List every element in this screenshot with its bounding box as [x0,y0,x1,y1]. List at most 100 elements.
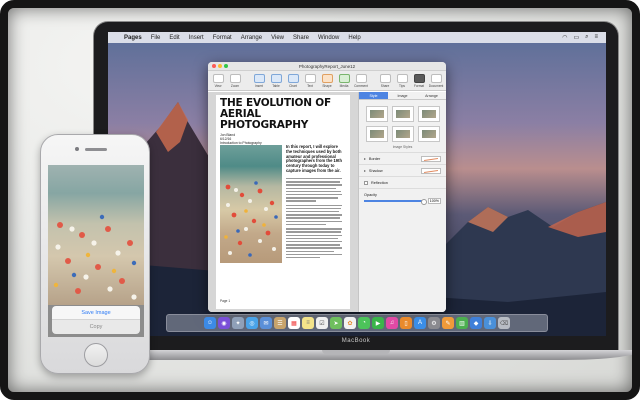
reflection-row[interactable]: Reflection [359,176,446,188]
home-button[interactable] [84,343,108,367]
facetime-icon[interactable]: ▶ [372,317,384,329]
keynote-icon[interactable]: ◆ [470,317,482,329]
toolbar-text-button[interactable]: Text [303,74,317,88]
document-page[interactable]: THE EVOLUTION OF AERIAL PHOTOGRAPHY Jon … [216,95,350,309]
launchpad-icon[interactable]: ✦ [232,317,244,329]
image-style-option[interactable] [366,106,388,122]
list-icon[interactable]: ≡ [594,34,598,41]
tab-image[interactable]: Image [388,92,417,99]
aerial-beach-photo[interactable] [220,145,282,263]
toolbar-insert-button[interactable]: Insert [252,74,266,88]
app-store-icon[interactable]: A [414,317,426,329]
menu-view[interactable]: View [271,35,284,41]
notes-icon[interactable]: ≡ [302,317,314,329]
system-preferences-icon[interactable]: ⚙ [428,317,440,329]
contacts-icon[interactable]: ☰ [274,317,286,329]
shadow-row[interactable]: ▸ Shadow [359,164,446,176]
toolbar-comment-button[interactable]: Comment [354,74,368,88]
menu-app-name[interactable]: Pages [124,35,142,41]
menu-help[interactable]: Help [348,35,360,41]
image-style-option[interactable] [392,126,414,142]
inspector-tabs: Style Image Arrange [359,92,446,100]
shadow-style-well[interactable] [421,167,441,174]
pages-window: PhotographyReport_June12 View Zoom Inser… [208,62,446,312]
downloads-icon[interactable]: ⇩ [484,317,496,329]
trash-icon[interactable]: ⌫ [498,317,510,329]
document-canvas[interactable]: THE EVOLUTION OF AERIAL PHOTOGRAPHY Jon … [208,92,358,312]
toolbar-chart-button[interactable]: Chart [286,74,300,88]
itunes-icon[interactable]: ♫ [386,317,398,329]
toolbar-tips-button[interactable]: Tips [395,74,409,88]
search-icon[interactable]: ⌕ [585,34,588,41]
comment-icon [355,74,367,83]
earpiece-speaker [85,148,107,151]
photos-icon[interactable]: ✿ [344,317,356,329]
toolbar-document-button[interactable]: Document [429,74,443,88]
menu-insert[interactable]: Insert [189,35,204,41]
toolbar-media-button[interactable]: Media [337,74,351,88]
numbers-icon[interactable]: ▥ [456,317,468,329]
menu-edit[interactable]: Edit [169,35,179,41]
mail-icon[interactable]: ✉ [260,317,272,329]
image-style-option[interactable] [392,106,414,122]
toolbar: View Zoom Insert Table Chart Text Shape … [208,71,446,91]
window-title: PhotographyReport_June12 [298,63,356,69]
menu-format[interactable]: Format [213,35,232,41]
toolbar-shape-button[interactable]: Shape [320,74,334,88]
macbook-logo-text: MacBook [341,338,371,344]
iphone-screen: Save Image Copy [48,165,144,337]
siri-icon[interactable]: ◉ [218,317,230,329]
ibooks-icon[interactable]: ▯ [400,317,412,329]
page-number-label: Page 1 [220,299,231,303]
image-style-option[interactable] [366,126,388,142]
menu-window[interactable]: Window [318,35,339,41]
copy-button[interactable]: Copy [52,320,140,334]
menu-file[interactable]: File [151,35,161,41]
opacity-control: 100% [359,198,446,204]
beach-umbrellas-art [224,181,278,257]
iphone: Save Image Copy [40,134,150,374]
share-icon [379,74,391,83]
save-image-button[interactable]: Save Image [52,306,140,320]
toolbar-table-button[interactable]: Table [269,74,283,88]
table-icon [270,74,282,83]
wifi-icon[interactable]: ◠ [562,34,567,41]
zoom-icon [229,74,241,83]
pages-icon[interactable]: ✎ [442,317,454,329]
maps-icon[interactable]: ➤ [330,317,342,329]
reflection-checkbox[interactable] [364,180,368,185]
document-body-text[interactable] [286,178,344,260]
chart-icon [287,74,299,83]
document-headline[interactable]: THE EVOLUTION OF AERIAL PHOTOGRAPHY [220,98,346,131]
tips-icon [396,74,408,83]
opacity-value-field[interactable]: 100% [427,198,441,204]
tab-style[interactable]: Style [359,92,388,99]
tab-arrange[interactable]: Arrange [417,92,446,99]
messages-icon[interactable]: ◔ [358,317,370,329]
dock: ☺ ◉ ✦ ◎ ✉ ☰ ▦ ≡ ☑ ➤ ✿ ◔ ▶ ♫ ▯ A ⚙ ✎ ▥ ◆ … [166,314,548,332]
opacity-slider[interactable] [364,199,427,204]
menu-bar: Pages File Edit Insert Format Arrange Vi… [108,32,606,43]
menu-arrange[interactable]: Arrange [241,35,262,41]
border-style-well[interactable] [421,155,441,162]
insert-icon [253,74,265,83]
image-styles-grid [359,100,446,144]
toolbar-format-button[interactable]: Format [412,74,426,88]
reminders-icon[interactable]: ☑ [316,317,328,329]
macbook-screen: Pages File Edit Insert Format Arrange Vi… [108,32,606,336]
toolbar-share-button[interactable]: Share [378,74,392,88]
toolbar-zoom-button[interactable]: Zoom [228,74,242,88]
document-lead-paragraph[interactable]: In this report, I will explore the techn… [286,144,344,174]
menu-share[interactable]: Share [293,35,309,41]
iphone-beach-photo[interactable] [48,165,144,305]
calendar-icon[interactable]: ▦ [288,317,300,329]
action-sheet: Save Image Copy [52,306,140,334]
border-row[interactable]: ▸ Border [359,152,446,164]
battery-icon[interactable]: ▭ [573,34,579,41]
toolbar-view-button[interactable]: View [211,74,225,88]
safari-icon[interactable]: ◎ [246,317,258,329]
finder-icon[interactable]: ☺ [204,317,216,329]
image-style-option[interactable] [418,106,440,122]
image-style-option[interactable] [418,126,440,142]
chevron-right-icon: ▸ [364,169,366,173]
